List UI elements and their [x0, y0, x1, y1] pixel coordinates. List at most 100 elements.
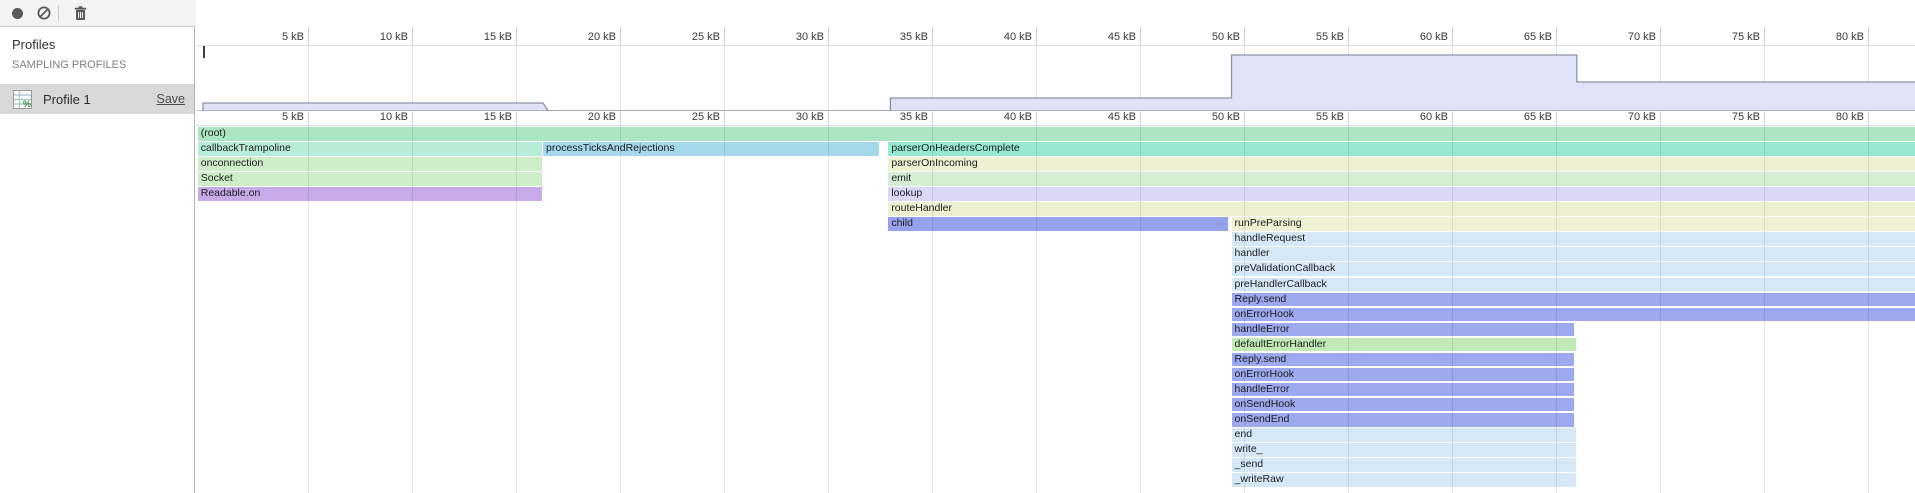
- ruler-tick-label: 15 kB: [444, 111, 512, 123]
- flame-bar-onconnection[interactable]: onconnection: [198, 157, 542, 171]
- flame-bar-onerrorhook[interactable]: onErrorHook: [1232, 368, 1574, 382]
- flame-bar-handleerror[interactable]: handleError: [1232, 383, 1574, 397]
- overview-area-chart: [196, 46, 1915, 111]
- ruler-tick: [1764, 27, 1765, 46]
- ruler-tick-label: 10 kB: [340, 111, 408, 123]
- profile-name: Profile 1: [43, 92, 157, 107]
- delete-button[interactable]: [68, 0, 92, 26]
- ruler-tick-label: 70 kB: [1588, 111, 1656, 123]
- flame-bar-defaulterrorhandler[interactable]: defaultErrorHandler: [1232, 338, 1576, 352]
- flame-bar-runpreparsing[interactable]: runPreParsing: [1232, 217, 1915, 231]
- ruler-top: 5 kB 10 kB 15 kB 20 kB 25 kB 30 kB 35 kB 40 kB 4…: [196, 27, 1915, 46]
- ruler-tick-label: 40 kB: [964, 111, 1032, 123]
- ruler-tick: [932, 27, 933, 46]
- ruler-tick-label: 45 kB: [1068, 31, 1136, 43]
- flame-gridline: [620, 126, 621, 493]
- flame-bar-socket[interactable]: Socket: [198, 172, 542, 186]
- ruler-tick: [724, 111, 725, 126]
- flame-bar-routehandler[interactable]: routeHandler: [888, 202, 1915, 216]
- ruler-tick: [308, 27, 309, 46]
- ruler-tick: [828, 27, 829, 46]
- flame-bar-readable-on[interactable]: Readable.on: [198, 187, 542, 201]
- ruler-tick-label: 45 kB: [1068, 111, 1136, 123]
- flame-bar-processticksandrejections[interactable]: processTicksAndRejections: [543, 142, 879, 156]
- ruler-tick: [1036, 27, 1037, 46]
- flame-bar-parseronincoming[interactable]: parserOnIncoming: [888, 157, 1915, 171]
- ruler-tick-label: 50 kB: [1172, 111, 1240, 123]
- ruler-tick-label: 60 kB: [1380, 111, 1448, 123]
- flame-bar-writeraw[interactable]: _writeRaw: [1232, 473, 1576, 487]
- ruler-tick: [412, 111, 413, 126]
- ruler-tick-label: 5 kB: [236, 31, 304, 43]
- ruler-tick: [1140, 27, 1141, 46]
- flame-bar-write[interactable]: write_: [1232, 443, 1576, 457]
- ruler-tick-label: 75 kB: [1692, 111, 1760, 123]
- profile-icon: %: [13, 90, 32, 109]
- flame-bar-callbacktrampoline[interactable]: callbackTrampoline: [198, 142, 542, 156]
- ruler-tick: [1452, 27, 1453, 46]
- flame-bar-handler[interactable]: handler: [1232, 247, 1915, 261]
- ruler-tick-label: 10 kB: [340, 31, 408, 43]
- ruler-tick: [620, 27, 621, 46]
- ruler-tick: [1556, 111, 1557, 126]
- ruler-tick-label: 40 kB: [964, 31, 1032, 43]
- ruler-tick-label: 80 kB: [1796, 111, 1864, 123]
- save-link[interactable]: Save: [157, 92, 186, 106]
- ruler-tick-label: 30 kB: [756, 31, 824, 43]
- ruler-tick-label: 15 kB: [444, 31, 512, 43]
- flame-bar-child[interactable]: child: [888, 217, 1228, 231]
- ruler-tick: [1660, 111, 1661, 126]
- clear-icon: [37, 6, 51, 20]
- ruler-tick-label: 70 kB: [1588, 31, 1656, 43]
- flame-bar-send[interactable]: _send: [1232, 458, 1576, 472]
- flame-bar-end[interactable]: end: [1232, 428, 1576, 442]
- flame-chart[interactable]: (root)callbackTrampolineprocessTicksAndR…: [196, 126, 1915, 493]
- ruler-tick: [1556, 27, 1557, 46]
- ruler-tick: [1244, 27, 1245, 46]
- flame-bar-reply-send[interactable]: Reply.send: [1232, 353, 1574, 367]
- ruler-tick: [1244, 111, 1245, 126]
- ruler-tick-label: 60 kB: [1380, 31, 1448, 43]
- flame-bar-handleerror[interactable]: handleError: [1232, 323, 1574, 337]
- ruler-tick: [1868, 111, 1869, 126]
- clear-button[interactable]: [33, 0, 55, 26]
- ruler-tick: [1348, 27, 1349, 46]
- ruler-tick: [1348, 111, 1349, 126]
- flame-bar-prevalidationcallback[interactable]: preValidationCallback: [1232, 262, 1915, 276]
- overview-selection-handle[interactable]: [203, 46, 205, 58]
- flame-bar-emit[interactable]: emit: [888, 172, 1915, 186]
- flame-bar-onerrorhook[interactable]: onErrorHook: [1232, 308, 1915, 322]
- overview-timeline[interactable]: [196, 46, 1915, 111]
- flame-gridline: [828, 126, 829, 493]
- ruler-tick-label: 65 kB: [1484, 31, 1552, 43]
- ruler-tick-label: 20 kB: [548, 31, 616, 43]
- ruler-tick: [516, 27, 517, 46]
- ruler-tick: [1764, 111, 1765, 126]
- toolbar-separator: [58, 5, 59, 21]
- ruler-tick-label: 25 kB: [652, 31, 720, 43]
- sidebar-title: Profiles: [12, 37, 55, 52]
- sampling-profiles-header: SAMPLING PROFILES: [12, 59, 126, 71]
- flame-bar-lookup[interactable]: lookup: [888, 187, 1915, 201]
- flame-bar-onsendend[interactable]: onSendEnd: [1232, 413, 1574, 427]
- flame-bar-root[interactable]: (root): [198, 127, 1915, 141]
- ruler-tick-label: 30 kB: [756, 111, 824, 123]
- ruler-tick: [308, 111, 309, 126]
- ruler-tick: [412, 27, 413, 46]
- ruler-tick: [1660, 27, 1661, 46]
- ruler-tick: [932, 111, 933, 126]
- record-button[interactable]: [6, 0, 28, 26]
- ruler-tick-label: 65 kB: [1484, 111, 1552, 123]
- sidebar-item-profile-1[interactable]: % Profile 1 Save: [0, 84, 194, 114]
- flame-bar-onsendhook[interactable]: onSendHook: [1232, 398, 1574, 412]
- ruler-tick: [828, 111, 829, 126]
- ruler-tick-label: 55 kB: [1276, 31, 1344, 43]
- flame-bar-handlerequest[interactable]: handleRequest: [1232, 232, 1915, 246]
- ruler-tick-label: 35 kB: [860, 31, 928, 43]
- flame-bar-reply-send[interactable]: Reply.send: [1232, 293, 1915, 307]
- flame-bar-prehandlercallback[interactable]: preHandlerCallback: [1232, 278, 1915, 292]
- ruler-tick-label: 25 kB: [652, 111, 720, 123]
- svg-text:%: %: [23, 99, 31, 109]
- ruler-bottom: 5 kB10 kB15 kB20 kB25 kB30 kB35 kB40 kB4…: [196, 111, 1915, 126]
- flame-bar-parseronheaderscomplete[interactable]: parserOnHeadersComplete: [888, 142, 1915, 156]
